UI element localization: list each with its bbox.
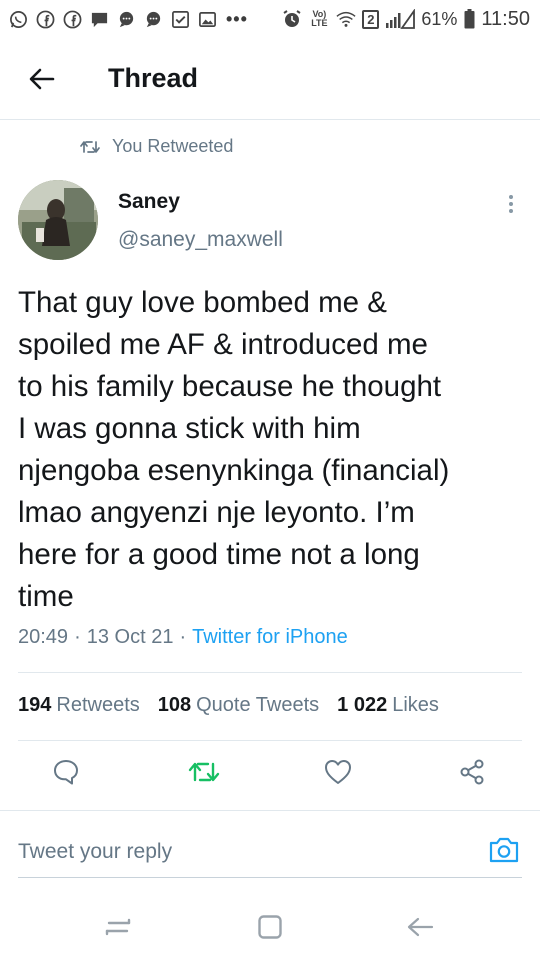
like-button[interactable]: [320, 754, 356, 790]
retweet-button[interactable]: [186, 754, 222, 790]
back-nav-icon: [407, 917, 434, 937]
back-nav-button[interactable]: [402, 909, 438, 945]
tweet-time: 20:49: [18, 626, 69, 648]
facebook-icon: [62, 9, 82, 29]
back-button[interactable]: [20, 57, 64, 101]
volte-indicator: Vo) LTE: [311, 9, 328, 28]
likes-label: Likes: [392, 694, 439, 716]
author-name[interactable]: Saney: [118, 190, 180, 214]
more-notifications-icon: •••: [226, 8, 248, 29]
retweet-active-icon: [188, 762, 220, 782]
home-icon: [258, 915, 282, 939]
battery-percentage: 61%: [421, 8, 458, 29]
separator: ·: [74, 626, 81, 648]
retweet-label: You Retweeted: [112, 136, 234, 156]
divider: [18, 740, 522, 741]
tweet-stats: 194 Retweets 108 Quote Tweets 1 022 Likes: [18, 694, 439, 717]
share-icon: [460, 759, 484, 785]
sim-indicator: 2: [362, 9, 380, 29]
tweet-source-link[interactable]: Twitter for iPhone: [192, 626, 348, 649]
author-handle[interactable]: @saney_maxwell: [118, 228, 283, 252]
chat-icon: [143, 9, 163, 29]
tweet-meta: 20:49 · 13 Oct 21 · Twitter for iPhone: [18, 626, 348, 649]
reply-input-underline: [18, 877, 522, 878]
recent-apps-button[interactable]: [100, 909, 136, 945]
recent-apps-icon: [105, 918, 131, 936]
reply-button[interactable]: [48, 754, 84, 790]
camera-button[interactable]: [486, 832, 522, 868]
quote-tweets-stat[interactable]: 108 Quote Tweets: [158, 694, 319, 717]
arrow-left-icon: [29, 68, 55, 89]
quote-tweets-label: Quote Tweets: [196, 694, 320, 716]
more-vertical-icon: [509, 195, 513, 199]
page-title: Thread: [108, 63, 199, 93]
tweet-date: 13 Oct 21: [86, 626, 174, 648]
clock: 11:50: [481, 7, 530, 30]
battery-icon: [463, 9, 475, 29]
heart-icon: [325, 760, 351, 784]
wifi-icon: [336, 9, 356, 29]
chat-icon: [116, 9, 136, 29]
more-vertical-icon-dot: [509, 209, 513, 213]
checkbox-icon: [170, 9, 190, 29]
retweet-context: You Retweeted: [80, 136, 233, 157]
signal-icon: [385, 9, 416, 29]
app-header: Thread: [0, 38, 540, 120]
divider: [0, 810, 540, 811]
divider: [18, 672, 522, 673]
notification-icons: •••: [8, 9, 248, 30]
tweet-text: That guy love bombed me & spoiled me AF …: [18, 286, 450, 613]
retweet-icon: [80, 140, 100, 153]
retweets-stat[interactable]: 194 Retweets: [18, 694, 140, 717]
retweets-label: Retweets: [56, 694, 140, 716]
home-button[interactable]: [252, 909, 288, 945]
status-bar: ••• Vo) LTE 2 61% 11:50: [0, 0, 540, 38]
separator: ·: [179, 626, 187, 648]
reply-icon: [54, 760, 78, 785]
quote-tweets-count: 108: [157, 694, 192, 716]
reply-input[interactable]: [18, 838, 458, 866]
alarm-icon: [282, 9, 302, 29]
system-indicators: Vo) LTE 2 61% 11:50: [282, 8, 530, 31]
share-button[interactable]: [454, 754, 490, 790]
tweet-actions: [0, 754, 540, 800]
message-icon: [89, 9, 109, 29]
gallery-icon: [197, 9, 217, 29]
retweets-count: 194: [18, 694, 52, 716]
likes-stat[interactable]: 1 022 Likes: [337, 694, 439, 717]
likes-count: 1 022: [337, 694, 388, 716]
avatar[interactable]: [18, 180, 98, 260]
facebook-icon: [35, 9, 55, 29]
system-navigation-bar: [0, 895, 540, 960]
whatsapp-icon: [8, 9, 28, 29]
tweet-options-button[interactable]: [500, 190, 522, 218]
more-vertical-icon-dot: [509, 202, 513, 206]
camera-icon: [489, 837, 519, 863]
